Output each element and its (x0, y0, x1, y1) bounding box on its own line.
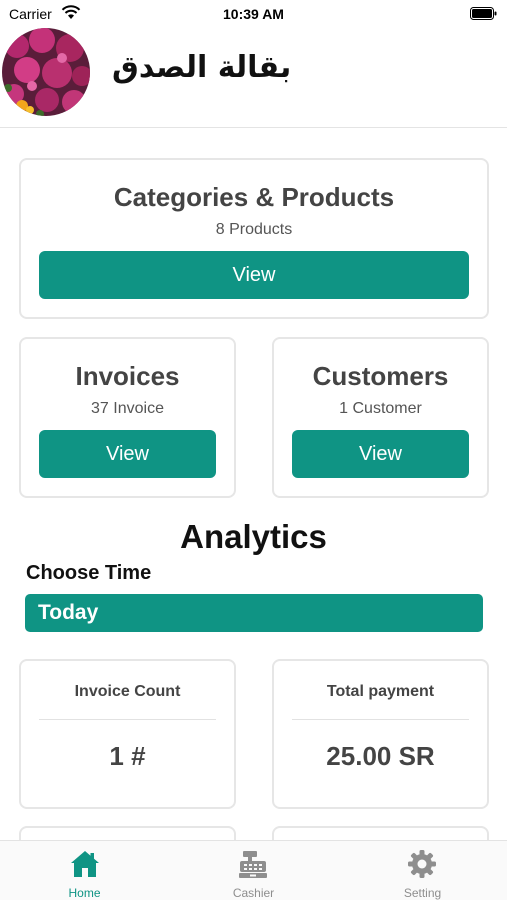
view-invoices-button[interactable]: View (39, 430, 216, 478)
analytics-title: Analytics (180, 518, 327, 555)
invoices-card: Invoices 37 Invoice View (19, 337, 236, 498)
gear-icon (408, 850, 436, 878)
categories-products-card: Categories & Products 8 Products View (19, 158, 489, 319)
card-title: Customers (312, 361, 449, 391)
store-avatar[interactable] (2, 28, 90, 116)
time-range-select[interactable]: Today (25, 594, 483, 632)
tab-cashier[interactable]: Cashier (169, 841, 338, 900)
tab-bar: Home Cashier Setting (0, 840, 507, 900)
divider (292, 719, 469, 720)
stat-value: 1 # (109, 741, 146, 771)
divider (39, 719, 216, 720)
card-subtitle: 1 Customer (339, 400, 422, 417)
invoice-count-card: Invoice Count 1 # (19, 659, 236, 809)
customers-card: Customers 1 Customer View (272, 337, 489, 498)
tab-setting[interactable]: Setting (338, 841, 507, 900)
home-icon (71, 851, 99, 877)
tab-label: Cashier (232, 886, 275, 900)
view-customers-button[interactable]: View (292, 430, 469, 478)
battery-icon (470, 7, 497, 20)
status-bar: Carrier 10:39 AM (0, 0, 507, 28)
stat-label: Invoice Count (74, 683, 181, 700)
flower-image (2, 28, 90, 116)
cash-register-icon (239, 851, 267, 878)
store-name: بقالة الصدق (112, 50, 292, 85)
card-subtitle: 37 Invoice (91, 400, 164, 417)
status-time: 10:39 AM (223, 6, 284, 22)
total-payment-card: Total payment 25.00 SR (272, 659, 489, 809)
stat-value: 25.00 SR (326, 741, 435, 771)
tab-label: Setting (403, 886, 442, 900)
tab-home[interactable]: Home (0, 841, 169, 900)
store-header: بقالة الصدق (0, 28, 507, 128)
card-title: Categories & Products (113, 182, 395, 212)
card-title: Invoices (75, 361, 180, 391)
stat-label: Total payment (326, 683, 435, 700)
view-categories-button[interactable]: View (39, 251, 469, 299)
choose-time-label: Choose Time (26, 562, 152, 584)
card-subtitle: 8 Products (215, 221, 293, 238)
tab-label: Home (68, 886, 101, 900)
